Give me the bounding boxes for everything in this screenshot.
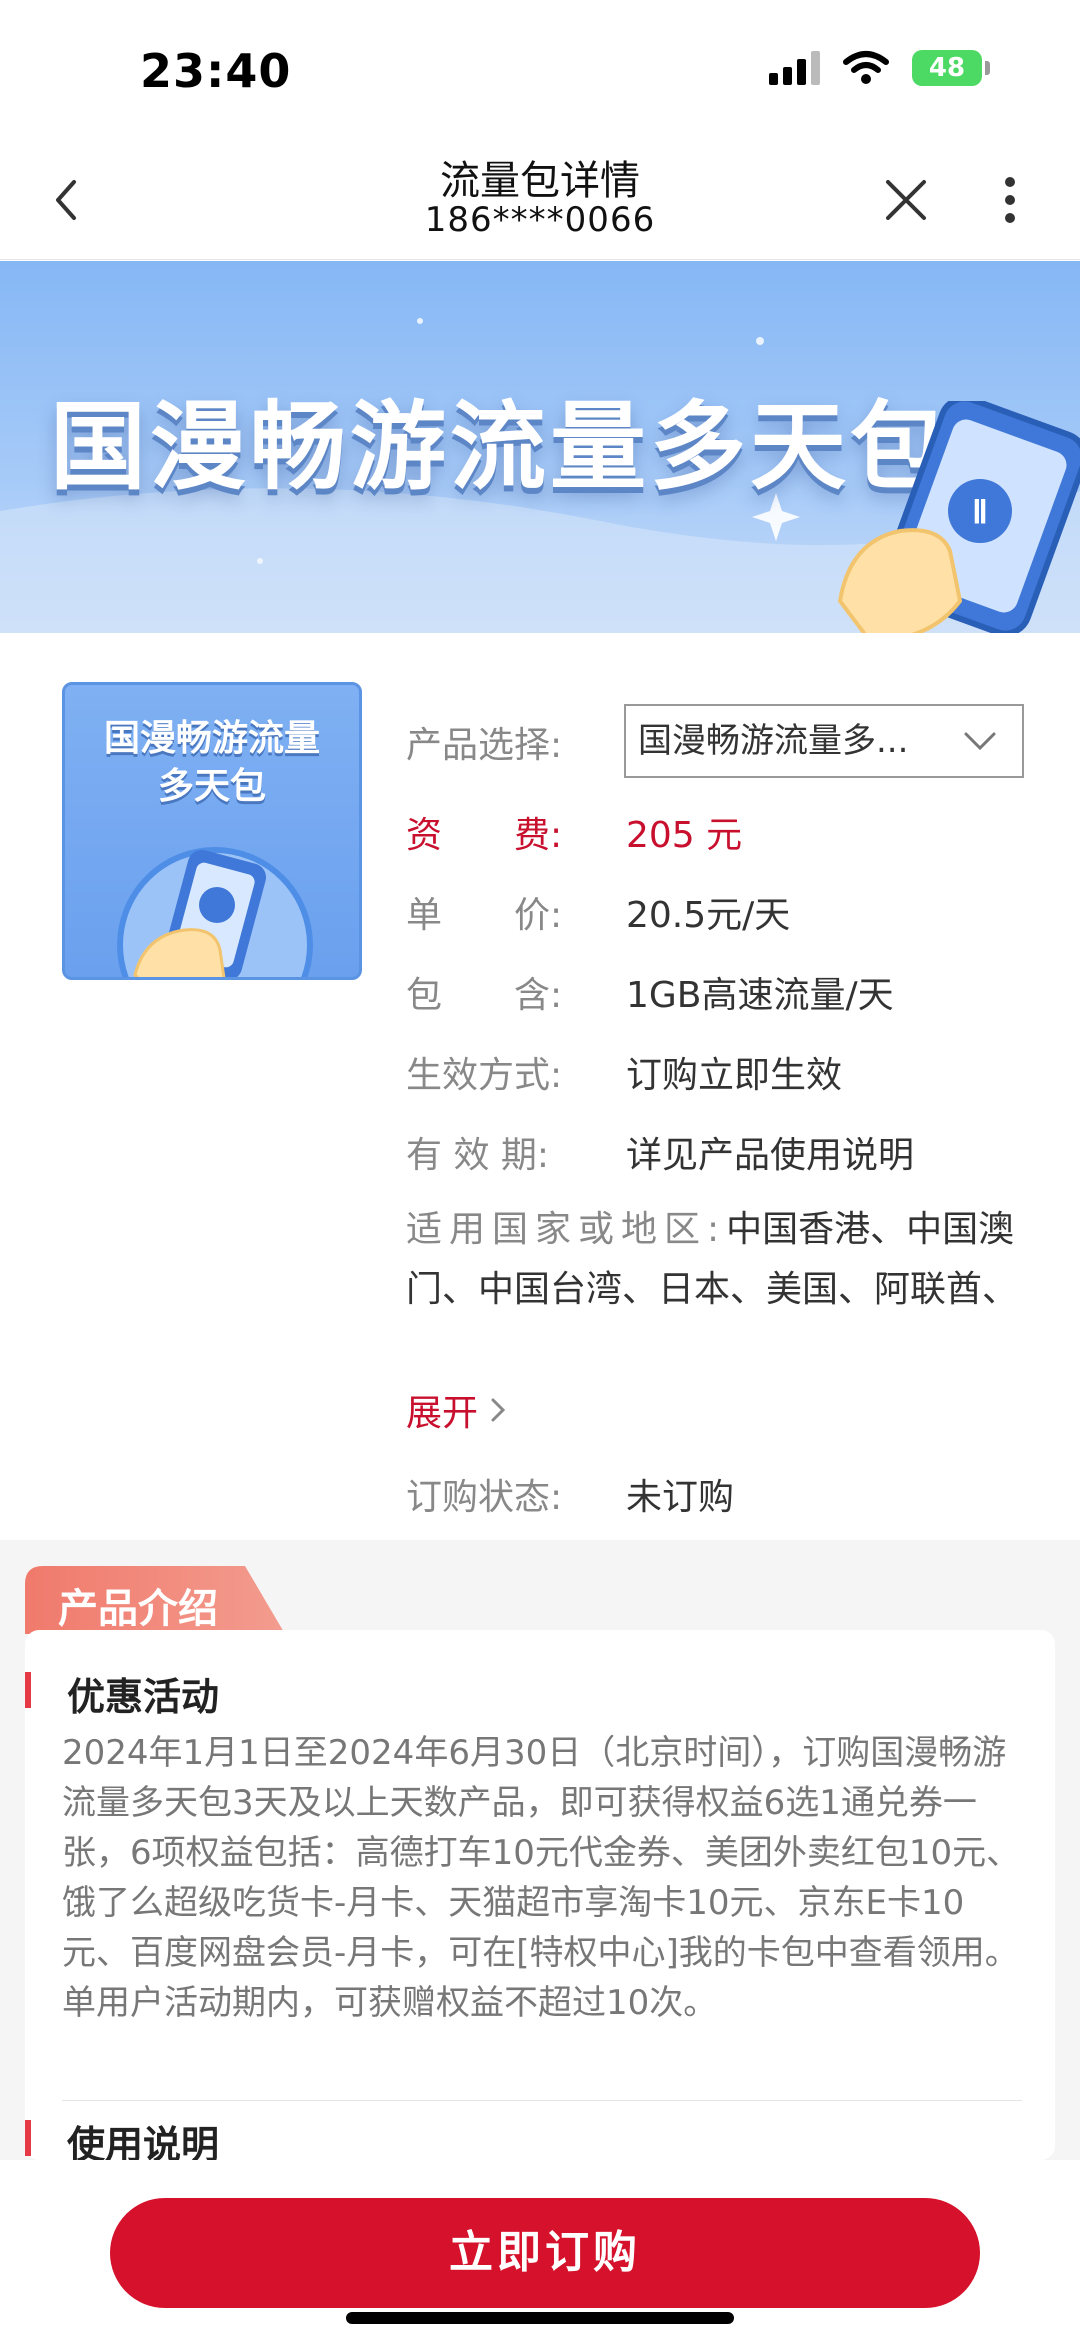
effect-row: 生效方式: 订购立即生效 [406,1046,842,1098]
promo-heading: 优惠活动 [25,1666,219,1721]
product-select-dropdown[interactable]: 国漫畅游流量多... [624,704,1024,778]
effect-value: 订购立即生效 [626,1055,843,1096]
order-status-label: 订购状态: [406,1477,563,1518]
tab-product-intro: 产品介绍 [58,1586,218,1632]
product-select-label: 产品选择: [406,725,563,766]
expand-link[interactable]: 展开 [406,1384,508,1436]
battery-level: 48 [912,50,982,86]
effect-label: 生效方式: [406,1055,563,1096]
unit-price-label: 单 价: [406,895,563,936]
nav-bar: 流量包详情 186****0066 [0,140,1080,260]
validity-label: 有 效 期: [406,1135,550,1176]
fee-row: 资 费: 205 元 [406,806,742,858]
thumbnail-title-line1: 国漫畅游流量 [103,718,320,759]
chevron-down-icon [964,732,996,751]
order-status-row: 订购状态: 未订购 [406,1468,734,1520]
divider [62,2100,1022,2101]
order-status-value: 未订购 [626,1477,735,1518]
close-icon[interactable] [876,170,936,230]
region-label: 适用国家或地区: [406,1209,727,1250]
status-bar: 23:40 48 [0,0,1080,140]
home-indicator [346,2312,734,2324]
includes-value: 1GB高速流量/天 [626,975,894,1016]
svg-text:Ⅱ: Ⅱ [972,494,988,530]
expand-label: 展开 [406,1393,479,1434]
fee-label: 资 费: [406,815,563,856]
fee-value: 205 元 [626,815,743,856]
status-time: 23:40 [140,44,292,98]
product-select-value: 国漫畅游流量多... [638,721,909,761]
region-row: 适用国家或地区:中国香港、中国澳门、中国台湾、日本、美国、阿联酋、 [406,1200,1026,1320]
product-select-row: 产品选择: [406,716,626,768]
signal-icon [769,51,820,85]
promo-banner: 国漫畅游流量多天包 Ⅱ [0,261,1080,633]
phone-hand-illustration [117,847,313,977]
includes-label: 包 含: [406,975,563,1016]
phone-hand-illustration: Ⅱ [837,401,1080,633]
unit-price-value: 20.5元/天 [626,895,791,936]
unit-price-row: 单 价: 20.5元/天 [406,886,790,938]
product-thumbnail: 国漫畅游流量 多天包 [62,682,362,980]
thumbnail-title-line2: 多天包 [157,766,266,807]
subscribe-button[interactable]: 立即订购 [110,2198,980,2308]
thumbnail-title: 国漫畅游流量 多天包 [65,715,359,811]
chevron-right-icon [491,1398,506,1422]
more-icon[interactable] [990,170,1030,230]
battery-icon: 48 [912,50,990,86]
wifi-icon [843,51,889,84]
validity-row: 有 效 期: 详见产品使用说明 [406,1126,914,1178]
promo-text: 2024年1月1日至2024年6月30日（北京时间），订购国漫畅游流量多天包3天… [62,1733,1021,2023]
includes-row: 包 含: 1GB高速流量/天 [406,966,894,1018]
validity-value: 详见产品使用说明 [626,1135,915,1176]
status-icons: 48 [769,50,990,86]
